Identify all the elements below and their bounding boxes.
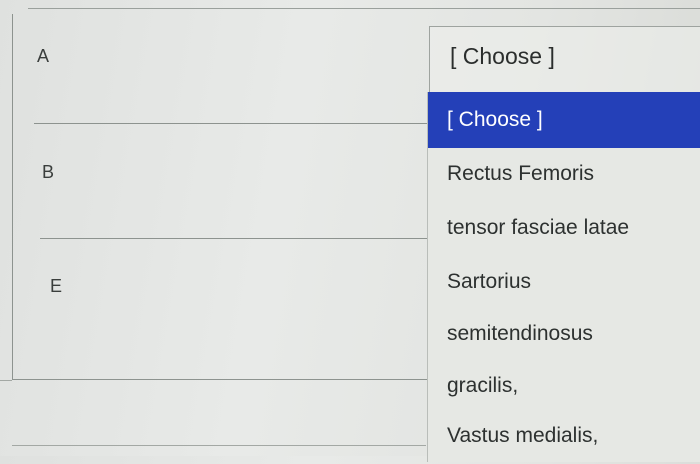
top-divider: [28, 8, 700, 9]
dropdown-option-rectus-femoris[interactable]: Rectus Femoris: [428, 146, 700, 202]
dropdown-option-choose[interactable]: [ Choose ]: [428, 92, 700, 148]
dropdown-option-gracilis[interactable]: gracilis,: [428, 358, 700, 414]
answer-select[interactable]: [ Choose ]: [429, 26, 700, 92]
row-label-a: A: [37, 46, 50, 66]
dropdown-option-sartorius[interactable]: Sartorius: [428, 254, 700, 310]
bottom-divider: [12, 445, 426, 446]
dropdown-option-tensor-fasciae-latae[interactable]: tensor fasciae latae: [428, 200, 700, 256]
bottom-divider: [0, 380, 12, 381]
dropdown-option-semitendinosus[interactable]: semitendinosus: [428, 306, 700, 362]
row-divider: [34, 123, 429, 124]
row-divider: [40, 238, 435, 239]
row-label-e: E: [50, 276, 63, 296]
answer-select-value: [ Choose ]: [450, 43, 555, 69]
dropdown-list: [ Choose ] Rectus Femoris tensor fasciae…: [427, 92, 700, 462]
row-label-b: B: [42, 162, 55, 182]
